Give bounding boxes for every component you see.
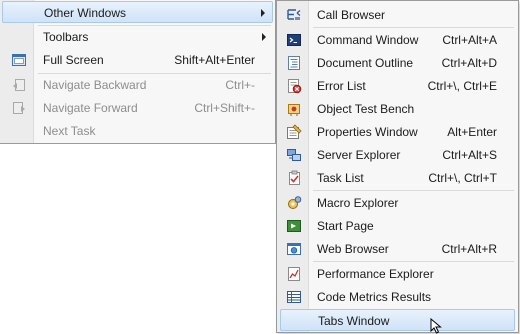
performance-explorer-icon xyxy=(288,267,300,281)
menu-item-label: Next Task xyxy=(43,124,96,138)
call-browser-icon xyxy=(287,9,301,20)
navigate-backward-icon xyxy=(13,79,25,91)
menu-item-label: Properties Window xyxy=(317,125,418,139)
menu-item-label: Document Outline xyxy=(317,56,414,70)
menu-item-label: Full Screen xyxy=(43,53,104,67)
menu-item-shortcut: Alt+Enter xyxy=(447,125,497,139)
navigate-forward-icon xyxy=(13,102,25,114)
menu-item-document-outline[interactable]: Document Outline Ctrl+Alt+D xyxy=(280,52,515,74)
error-list-icon xyxy=(288,79,302,94)
menu-item-properties-window[interactable]: Properties Window Alt+Enter xyxy=(280,121,515,143)
menu-item-label: Object Test Bench xyxy=(317,102,415,116)
menu-item-label: Performance Explorer xyxy=(317,267,434,281)
menu-item-label: Code Metrics Results xyxy=(317,290,432,304)
menu-item-shortcut: Ctrl+\, Ctrl+E xyxy=(427,79,497,93)
menu-item-label: Server Explorer xyxy=(317,148,401,162)
menu-item-task-list[interactable]: Task List Ctrl+\, Ctrl+T xyxy=(280,167,515,189)
menu-item-shortcut: Shift+Alt+Enter xyxy=(174,53,255,67)
menu-item-label: Navigate Backward xyxy=(43,78,147,92)
start-page-icon xyxy=(287,220,301,232)
menu-item-navigate-forward[interactable]: Navigate Forward Ctrl+Shift+- xyxy=(2,97,273,119)
menu-separator xyxy=(313,27,514,28)
menu-item-label: Error List xyxy=(317,79,366,93)
menu-item-macro-explorer[interactable]: Macro Explorer xyxy=(280,192,515,214)
document-outline-icon xyxy=(288,56,300,70)
menu-item-shortcut: Ctrl+Alt+D xyxy=(441,56,497,70)
menu-item-label: Web Browser xyxy=(317,242,389,256)
menu-item-command-window[interactable]: Command Window Ctrl+Alt+A xyxy=(280,29,515,51)
menu-item-label: Macro Explorer xyxy=(317,196,399,210)
menu-item-shortcut: Ctrl+Alt+S xyxy=(442,148,497,162)
macro-explorer-icon xyxy=(288,196,302,209)
submenu-arrow-icon xyxy=(261,9,265,17)
menu-separator xyxy=(313,190,514,191)
menu-item-next-task[interactable]: Next Task xyxy=(2,120,273,142)
menu-item-shortcut: Ctrl+Alt+A xyxy=(442,33,497,47)
menu-item-toolbars[interactable]: Toolbars xyxy=(2,26,273,48)
menu-separator xyxy=(313,261,514,262)
menu-item-performance-explorer[interactable]: Performance Explorer xyxy=(280,263,515,285)
view-menu: Other Windows Toolbars Full Screen Shift… xyxy=(0,0,276,144)
mouse-cursor-icon xyxy=(430,318,442,334)
menu-item-shortcut: Ctrl+Alt+R xyxy=(441,242,497,256)
properties-window-icon xyxy=(287,124,302,139)
menu-item-start-page[interactable]: Start Page xyxy=(280,215,515,237)
menu-item-label: Task List xyxy=(317,171,364,185)
menu-item-code-metrics-results[interactable]: Code Metrics Results xyxy=(280,286,515,308)
web-browser-icon xyxy=(287,243,301,255)
full-screen-icon xyxy=(12,54,26,66)
other-windows-submenu: Call Browser Command Window Ctrl+Alt+A D… xyxy=(276,0,519,333)
task-list-icon xyxy=(289,170,300,185)
menu-item-label: Other Windows xyxy=(44,6,127,20)
menu-item-tabs-window[interactable]: Tabs Window xyxy=(280,309,515,331)
menu-item-shortcut: Ctrl+Shift+- xyxy=(194,101,255,115)
menu-item-shortcut: Ctrl+\, Ctrl+T xyxy=(428,171,497,185)
menu-item-label: Command Window xyxy=(317,33,419,47)
command-window-icon xyxy=(287,34,301,46)
menu-item-label: Toolbars xyxy=(43,30,89,44)
menu-item-object-test-bench[interactable]: Object Test Bench xyxy=(280,98,515,120)
menu-item-label: Navigate Forward xyxy=(43,101,138,115)
code-metrics-icon xyxy=(287,291,301,303)
menu-item-label: Call Browser xyxy=(317,8,386,22)
menu-item-navigate-backward[interactable]: Navigate Backward Ctrl+- xyxy=(2,74,273,96)
menu-item-shortcut: Ctrl+- xyxy=(225,78,255,92)
submenu-arrow-icon xyxy=(262,33,266,41)
menu-item-server-explorer[interactable]: Server Explorer Ctrl+Alt+S xyxy=(280,144,515,166)
menu-item-label: Tabs Window xyxy=(318,314,390,328)
menu-item-error-list[interactable]: Error List Ctrl+\, Ctrl+E xyxy=(280,75,515,97)
menu-item-call-browser[interactable]: Call Browser xyxy=(280,4,515,26)
menu-item-label: Start Page xyxy=(317,219,374,233)
menu-item-web-browser[interactable]: Web Browser Ctrl+Alt+R xyxy=(280,238,515,260)
server-explorer-icon xyxy=(287,149,301,161)
menu-item-full-screen[interactable]: Full Screen Shift+Alt+Enter xyxy=(2,49,273,71)
menu-item-other-windows[interactable]: Other Windows xyxy=(2,1,273,23)
object-test-bench-icon xyxy=(288,104,300,116)
